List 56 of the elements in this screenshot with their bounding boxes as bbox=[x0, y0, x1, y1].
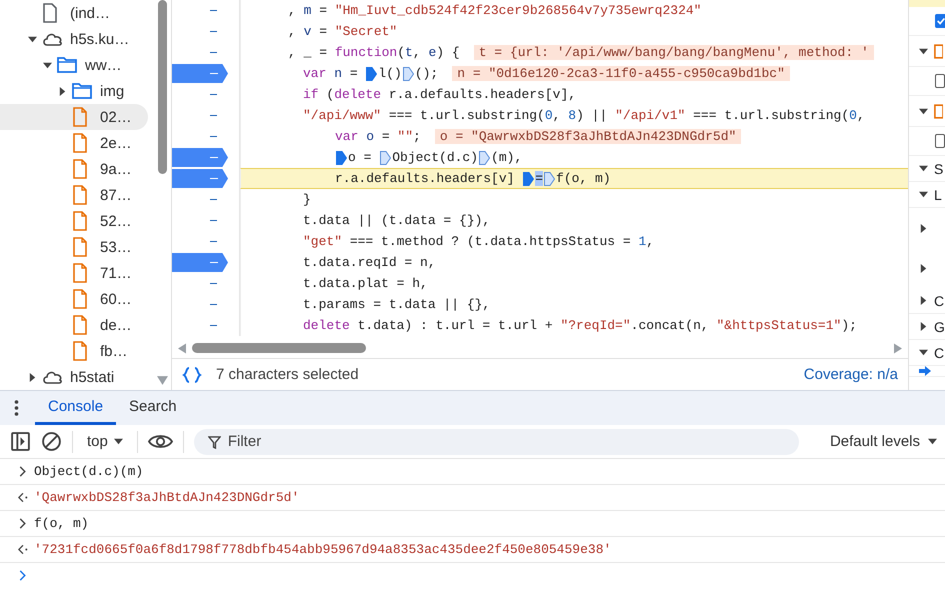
tree-item[interactable]: de… bbox=[0, 312, 148, 338]
code-text: , _ = function(t, e) { bbox=[288, 45, 460, 60]
tree-item[interactable]: 02… bbox=[0, 104, 148, 130]
code-text: f(o, m) bbox=[556, 171, 611, 186]
code-text: , m = "Hm_Iuvt_cdb524f42f23cer9b268564v7y735ewrq2324" bbox=[288, 3, 702, 18]
tree-item[interactable]: 52… bbox=[0, 208, 148, 234]
command-text: Object(d.c)(m) bbox=[34, 464, 144, 479]
command-text: f(o, m) bbox=[34, 516, 89, 531]
code-text: r.a.defaults.headers[v] bbox=[335, 171, 516, 186]
code-text: (m), bbox=[491, 150, 522, 165]
result-text: 'QawrwxbDS28f3aJhBtdAJn423DNGdr5d' bbox=[34, 490, 300, 505]
code-text: = bbox=[535, 171, 544, 186]
tree-item[interactable]: h5s.ku… bbox=[0, 26, 148, 52]
section-header[interactable]: C bbox=[934, 292, 944, 308]
section-header[interactable]: G bbox=[934, 318, 945, 334]
code-text: Object(d.c) bbox=[392, 150, 478, 165]
tree-item[interactable]: 9a… bbox=[0, 156, 148, 182]
code-text: var n = bbox=[303, 66, 359, 81]
code-text: if (delete r.a.defaults.headers[v], bbox=[303, 87, 576, 102]
selection-status: 7 characters selected bbox=[216, 366, 359, 383]
tree-item[interactable]: fb… bbox=[0, 338, 148, 364]
tree-item[interactable]: 71… bbox=[0, 260, 148, 286]
log-levels-dropdown[interactable]: Default levels bbox=[824, 432, 945, 451]
code-text: "get" === t.method ? (t.data.httpsStatus = 1, bbox=[303, 234, 654, 249]
inline-value: o = "QawrwxbDS28f3aJhBtdAJn423DNGdr5d" bbox=[434, 129, 742, 144]
code-text: t.data || (t.data = {}), bbox=[303, 213, 490, 228]
filter-field[interactable]: Filter bbox=[194, 428, 799, 454]
tree-item[interactable]: 60… bbox=[0, 286, 148, 312]
inline-value: t = {url: '/api/www/bang/bang/bangMenu', method: ' bbox=[474, 45, 874, 60]
tree-item[interactable]: 2e… bbox=[0, 130, 148, 156]
code-text: } bbox=[303, 192, 311, 207]
code-text: t.data.plat = h, bbox=[303, 276, 428, 291]
tree-item[interactable]: ww… bbox=[0, 52, 148, 78]
code-text: l() bbox=[378, 66, 402, 81]
section-header[interactable]: S bbox=[934, 160, 944, 176]
context-dropdown[interactable]: top bbox=[83, 433, 127, 450]
inline-value: n = "0d16e120-2ca3-11f0-a455-c950ca9bd1bc" bbox=[452, 66, 790, 81]
tree-item[interactable]: 87… bbox=[0, 182, 148, 208]
section-header[interactable]: C bbox=[934, 344, 944, 360]
code-text: var o = ""; bbox=[335, 129, 421, 144]
code-text: o = bbox=[348, 150, 372, 165]
tree-item[interactable]: h5stati bbox=[0, 364, 148, 390]
code-text: t.params = t.data || {}, bbox=[303, 297, 490, 312]
result-text: '7231fcd0665f0a6f8d1798f778dbfb454abb95967d94a8353ac435dee2f450e805459e38' bbox=[34, 542, 612, 557]
section-header[interactable]: L bbox=[934, 186, 942, 202]
code-text: t.data.reqId = n, bbox=[303, 255, 436, 270]
drawer-tab[interactable]: Console bbox=[35, 391, 116, 425]
coverage-link[interactable]: Coverage: n/a bbox=[804, 366, 898, 383]
code-text: (); bbox=[414, 66, 438, 81]
drawer-tab[interactable]: Search bbox=[116, 391, 190, 425]
tree-item[interactable]: (ind… bbox=[0, 0, 148, 26]
tree-item[interactable]: 53… bbox=[0, 234, 148, 260]
code-text: , v = "Secret" bbox=[288, 24, 398, 39]
tree-item[interactable]: img bbox=[0, 78, 148, 104]
code-text: "/api/www" === t.url.substring(0, 8) || "/api/v1" === t.url.substring(0, bbox=[303, 108, 865, 123]
code-text: delete t.data) : t.url = t.url + "?reqId=".concat(n, "&httpsStatus=1"); bbox=[303, 318, 857, 333]
